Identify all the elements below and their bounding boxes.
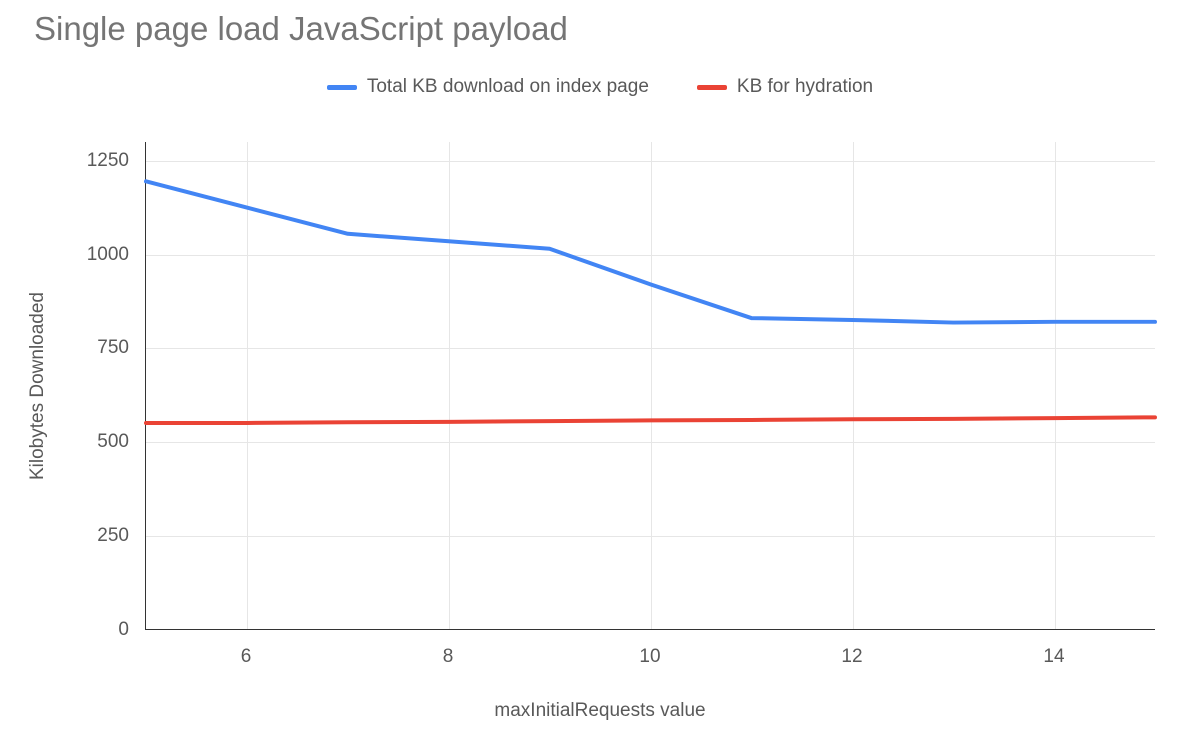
series-line bbox=[146, 181, 1155, 322]
legend-label-total: Total KB download on index page bbox=[367, 76, 649, 98]
legend-swatch-hydration bbox=[697, 85, 727, 90]
x-tick-label: 6 bbox=[241, 646, 252, 668]
legend-item-total: Total KB download on index page bbox=[327, 76, 649, 98]
legend-swatch-total bbox=[327, 85, 357, 90]
chart-container: Single page load JavaScript payload Tota… bbox=[0, 0, 1200, 742]
series-lines bbox=[146, 142, 1155, 629]
y-tick-label: 750 bbox=[97, 337, 129, 359]
legend-label-hydration: KB for hydration bbox=[737, 76, 873, 98]
legend-item-hydration: KB for hydration bbox=[697, 76, 873, 98]
x-tick-label: 14 bbox=[1043, 646, 1064, 668]
y-tick-label: 1000 bbox=[87, 244, 129, 266]
y-tick-label: 250 bbox=[97, 525, 129, 547]
series-line bbox=[146, 417, 1155, 423]
x-tick-label: 12 bbox=[841, 646, 862, 668]
y-axis-title: Kilobytes Downloaded bbox=[27, 292, 49, 480]
plot-area bbox=[145, 142, 1155, 630]
y-tick-label: 500 bbox=[97, 431, 129, 453]
x-tick-label: 8 bbox=[443, 646, 454, 668]
chart-title: Single page load JavaScript payload bbox=[34, 10, 568, 48]
y-tick-label: 0 bbox=[118, 619, 129, 641]
y-tick-label: 1250 bbox=[87, 150, 129, 172]
x-tick-label: 10 bbox=[639, 646, 660, 668]
legend: Total KB download on index page KB for h… bbox=[0, 76, 1200, 98]
x-axis-title: maxInitialRequests value bbox=[0, 700, 1200, 722]
